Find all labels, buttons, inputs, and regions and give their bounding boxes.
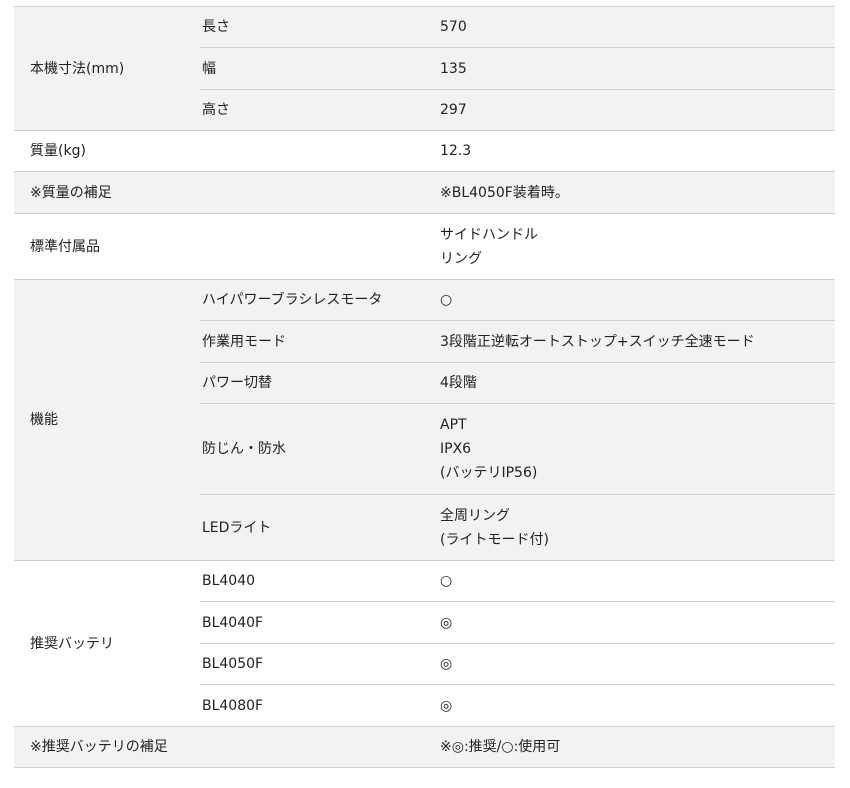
value-line: 135: [440, 60, 467, 77]
sub-label: [200, 726, 440, 768]
sub-label: 幅: [200, 47, 440, 90]
value-line: リング: [440, 250, 482, 267]
value-line: 570: [440, 19, 467, 35]
sub-label: LEDライト: [200, 494, 440, 561]
sub-label: 高さ: [200, 89, 440, 131]
value-line: ◎: [440, 614, 453, 631]
value-line: サイドハンドル: [440, 226, 538, 243]
value-line: (バッテリIP56): [440, 465, 538, 481]
spec-value: ◎: [440, 643, 835, 685]
spec-value: ○: [440, 560, 835, 602]
sub-label: [200, 171, 440, 214]
group-label: 標準付属品: [14, 213, 200, 280]
value-line: ※◎:推奨/○:使用可: [440, 739, 561, 755]
sub-label: 作業用モード: [200, 320, 440, 363]
sub-label: [200, 130, 440, 172]
value-line: 3段階正逆転オートストップ+スイッチ全速モード: [440, 333, 755, 350]
group-label: 質量(kg): [14, 130, 200, 172]
spec-value: 4段階: [440, 362, 835, 404]
group-label: 機能: [14, 279, 200, 561]
sub-label: 長さ: [200, 6, 440, 48]
group-label: ※質量の補足: [14, 171, 200, 214]
spec-row: 推奨バッテリ BL4040 ○: [14, 560, 835, 727]
value-line: ◎: [440, 656, 453, 672]
spec-row: 本機寸法(mm) 長さ 570: [14, 6, 835, 131]
spec-row: 質量(kg) 12.3: [14, 130, 835, 172]
group-label: 本機寸法(mm): [14, 6, 200, 131]
value-line: ○: [440, 292, 453, 308]
spec-value: 297: [440, 89, 835, 131]
value-line: 4段階: [440, 375, 477, 391]
sub-label: 防じん・防水: [200, 403, 440, 495]
sub-label: BL4050F: [200, 643, 440, 685]
sub-label: パワー切替: [200, 362, 440, 404]
spec-value: ◎: [440, 601, 835, 644]
value-line: APT: [440, 417, 467, 433]
value-line: ※BL4050F装着時。: [440, 184, 569, 201]
spec-value: 12.3: [440, 130, 835, 172]
value-line: IPX6: [440, 441, 472, 457]
spec-value: ○: [440, 279, 835, 321]
spec-row: ※質量の補足 ※BL4050F装着時。: [14, 171, 835, 214]
spec-row: 標準付属品 サイドハンドル リング: [14, 213, 835, 280]
spec-row: ※推奨バッテリの補足 ※◎:推奨/○:使用可: [14, 726, 835, 768]
spec-value: APT IPX6 (バッテリIP56): [440, 403, 835, 495]
value-line: (ライトモード付): [440, 531, 549, 548]
spec-value: 3段階正逆転オートストップ+スイッチ全速モード: [440, 320, 835, 363]
value-line: 全周リング: [440, 507, 510, 524]
value-line: 297: [440, 102, 467, 118]
group-label: ※推奨バッテリの補足: [14, 726, 200, 768]
spec-table: 本機寸法(mm) 長さ 570 幅 135 高さ 297 質量(kg) 12.3…: [14, 6, 835, 768]
spec-value: 135: [440, 47, 835, 90]
sub-label: BL4040: [200, 560, 440, 602]
spec-value: サイドハンドル リング: [440, 213, 835, 280]
spec-value: ※◎:推奨/○:使用可: [440, 726, 835, 768]
spec-value: ◎: [440, 684, 835, 727]
value-line: ○: [440, 573, 453, 589]
spec-value: ※BL4050F装着時。: [440, 171, 835, 214]
sub-label: ハイパワーブラシレスモータ: [200, 279, 440, 321]
group-label: 推奨バッテリ: [14, 560, 200, 727]
spec-value: 全周リング (ライトモード付): [440, 494, 835, 561]
value-line: 12.3: [440, 143, 472, 159]
value-line: ◎: [440, 697, 453, 714]
spec-row: 機能 ハイパワーブラシレスモータ ○: [14, 279, 835, 561]
sub-label: BL4040F: [200, 601, 440, 644]
sub-label: BL4080F: [200, 684, 440, 727]
spec-value: 570: [440, 6, 835, 48]
sub-label: [200, 213, 440, 280]
